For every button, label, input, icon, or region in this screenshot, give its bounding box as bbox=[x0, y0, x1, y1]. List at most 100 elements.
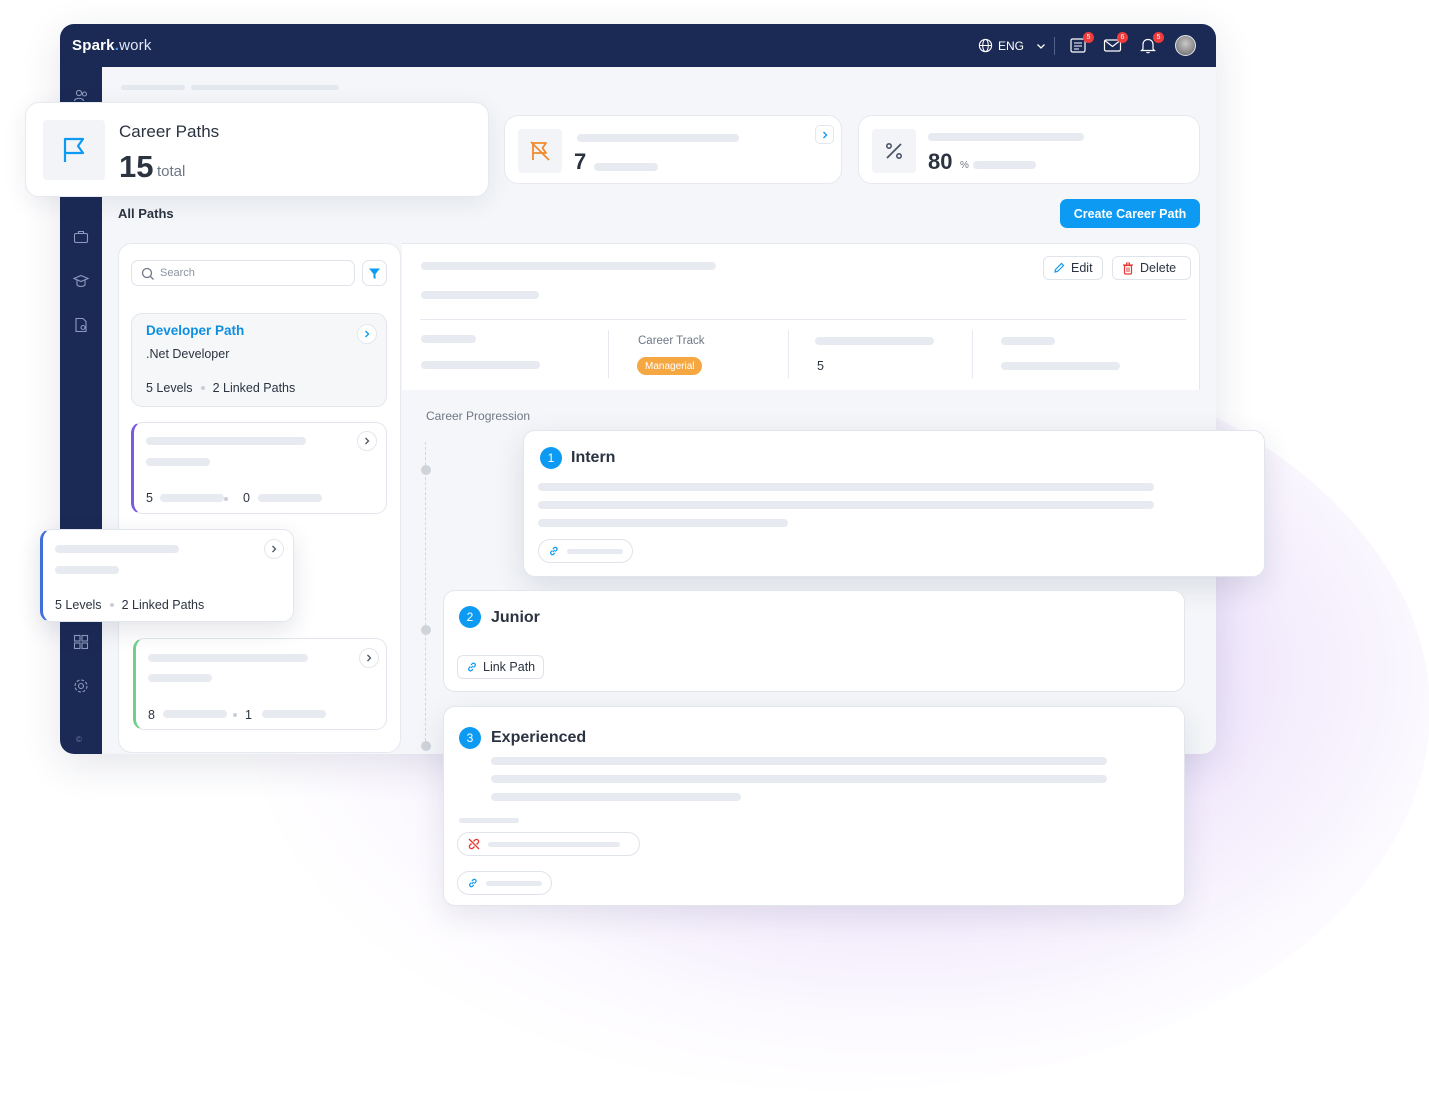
chevron-right-icon bbox=[365, 330, 370, 338]
path-card-3[interactable]: 5 Levels 2 Linked Paths bbox=[40, 529, 294, 622]
path-meta: 5 Levels 2 Linked Paths bbox=[55, 598, 204, 612]
career-paths-title: Career Paths bbox=[119, 122, 220, 141]
path-meta: 5 Levels 2 Linked Paths bbox=[146, 381, 295, 395]
path-linked: 0 bbox=[243, 491, 250, 505]
path-linked: 1 bbox=[245, 708, 252, 722]
tasks-badge: 5 bbox=[1083, 32, 1094, 43]
stage-card-experienced[interactable]: 3 Experienced bbox=[443, 706, 1185, 906]
link-path-button[interactable]: Link Path bbox=[457, 655, 545, 679]
gear-icon[interactable] bbox=[72, 677, 90, 695]
career-track-label: Career Track bbox=[638, 335, 705, 347]
placeholder-line bbox=[258, 494, 322, 502]
tasks-button[interactable]: 5 bbox=[1069, 32, 1094, 56]
mail-button[interactable]: 6 bbox=[1103, 32, 1128, 56]
placeholder-line bbox=[488, 841, 620, 847]
language-selector[interactable]: ENG bbox=[978, 38, 1047, 53]
stat-card-two: 7 bbox=[504, 115, 842, 184]
timeline-dot bbox=[421, 741, 431, 751]
stage-title: Junior bbox=[491, 609, 540, 626]
dashboard-icon[interactable] bbox=[72, 633, 90, 651]
top-bar: Spark.work ENG 5 6 5 bbox=[60, 24, 1216, 67]
chevron-right-icon bbox=[272, 545, 277, 553]
separator-dot bbox=[224, 497, 228, 501]
path-subtitle: .Net Developer bbox=[146, 347, 230, 361]
placeholder-line bbox=[146, 458, 210, 466]
search-placeholder: Search bbox=[160, 267, 195, 279]
path-open-button[interactable] bbox=[357, 431, 377, 451]
link-icon bbox=[468, 662, 476, 672]
placeholder-line bbox=[1001, 362, 1120, 370]
linked-path-chip[interactable] bbox=[457, 871, 552, 895]
edit-button[interactable]: Edit bbox=[1043, 256, 1103, 280]
timeline-dot bbox=[421, 625, 431, 635]
search-input[interactable]: Search bbox=[131, 260, 355, 286]
stat-three-unit: % bbox=[960, 160, 969, 171]
placeholder-line bbox=[163, 710, 227, 718]
delete-button[interactable]: Delete bbox=[1112, 256, 1191, 280]
timeline-dot bbox=[421, 465, 431, 475]
document-settings-icon[interactable] bbox=[72, 316, 90, 334]
detail-divider bbox=[420, 319, 1186, 320]
column-divider bbox=[788, 330, 789, 378]
path-levels: 8 bbox=[148, 708, 155, 722]
unlink-icon bbox=[468, 838, 480, 850]
stage-card-intern[interactable]: 1 Intern bbox=[523, 430, 1265, 577]
column-divider bbox=[608, 330, 609, 378]
levels-value: 5 bbox=[817, 359, 824, 373]
placeholder-line bbox=[55, 545, 179, 553]
delete-label: Delete bbox=[1140, 261, 1177, 275]
stage-title: Experienced bbox=[491, 729, 587, 746]
placeholder-line bbox=[459, 818, 519, 823]
placeholder-line bbox=[491, 793, 741, 801]
briefcase-icon[interactable] bbox=[72, 228, 90, 246]
chevron-right-icon bbox=[822, 131, 827, 138]
stage-number: 2 bbox=[459, 606, 481, 628]
section-title: All Paths bbox=[118, 206, 174, 221]
linked-path-chip[interactable] bbox=[538, 539, 633, 563]
path-linked: 2 Linked Paths bbox=[121, 598, 205, 612]
placeholder-line bbox=[55, 566, 119, 574]
path-card-4[interactable]: 8 1 bbox=[133, 638, 387, 730]
stat-card-three: 80 % bbox=[858, 115, 1200, 184]
flag-off-icon bbox=[530, 141, 550, 161]
placeholder-line bbox=[928, 133, 1084, 141]
path-open-button[interactable] bbox=[357, 324, 377, 344]
search-icon bbox=[141, 267, 154, 280]
unlinked-path-chip[interactable] bbox=[457, 832, 640, 856]
path-open-button[interactable] bbox=[264, 539, 284, 559]
placeholder-line bbox=[148, 654, 308, 662]
placeholder-line bbox=[594, 163, 658, 171]
link-icon bbox=[550, 546, 558, 556]
create-career-path-button[interactable]: Create Career Path bbox=[1060, 199, 1200, 228]
stat-icon-box bbox=[518, 129, 562, 173]
separator-dot bbox=[233, 713, 237, 717]
path-card-developer[interactable]: Developer Path .Net Developer 5 Levels 2 … bbox=[131, 313, 387, 407]
notifications-button[interactable]: 5 bbox=[1139, 32, 1164, 56]
graduation-icon[interactable] bbox=[72, 272, 90, 290]
edit-label: Edit bbox=[1071, 261, 1093, 275]
stage-number: 3 bbox=[459, 727, 481, 749]
placeholder-line bbox=[577, 134, 739, 142]
path-open-button[interactable] bbox=[359, 648, 379, 668]
placeholder-line bbox=[160, 494, 224, 502]
user-avatar[interactable] bbox=[1175, 35, 1196, 56]
filter-icon bbox=[369, 268, 380, 279]
placeholder-line bbox=[421, 335, 476, 343]
language-label: ENG bbox=[998, 38, 1025, 53]
filter-button[interactable] bbox=[362, 260, 387, 286]
path-levels: 5 Levels bbox=[146, 381, 193, 395]
placeholder-line bbox=[538, 519, 788, 527]
brand-logo[interactable]: Spark.work bbox=[72, 37, 152, 54]
placeholder-line bbox=[148, 674, 212, 682]
path-levels: 5 Levels bbox=[55, 598, 102, 612]
chevron-right-icon bbox=[367, 654, 372, 662]
path-title: Developer Path bbox=[146, 323, 245, 338]
mail-badge: 6 bbox=[1117, 32, 1128, 43]
chevron-right-icon bbox=[365, 437, 370, 445]
stage-card-junior[interactable]: 2 Junior Link Path bbox=[443, 590, 1185, 692]
link-path-label: Link Path bbox=[483, 660, 536, 674]
placeholder-line bbox=[1001, 337, 1055, 345]
path-card-2[interactable]: 5 0 bbox=[131, 422, 387, 514]
stat-two-open-button[interactable] bbox=[815, 125, 834, 144]
placeholder-line bbox=[815, 337, 934, 345]
